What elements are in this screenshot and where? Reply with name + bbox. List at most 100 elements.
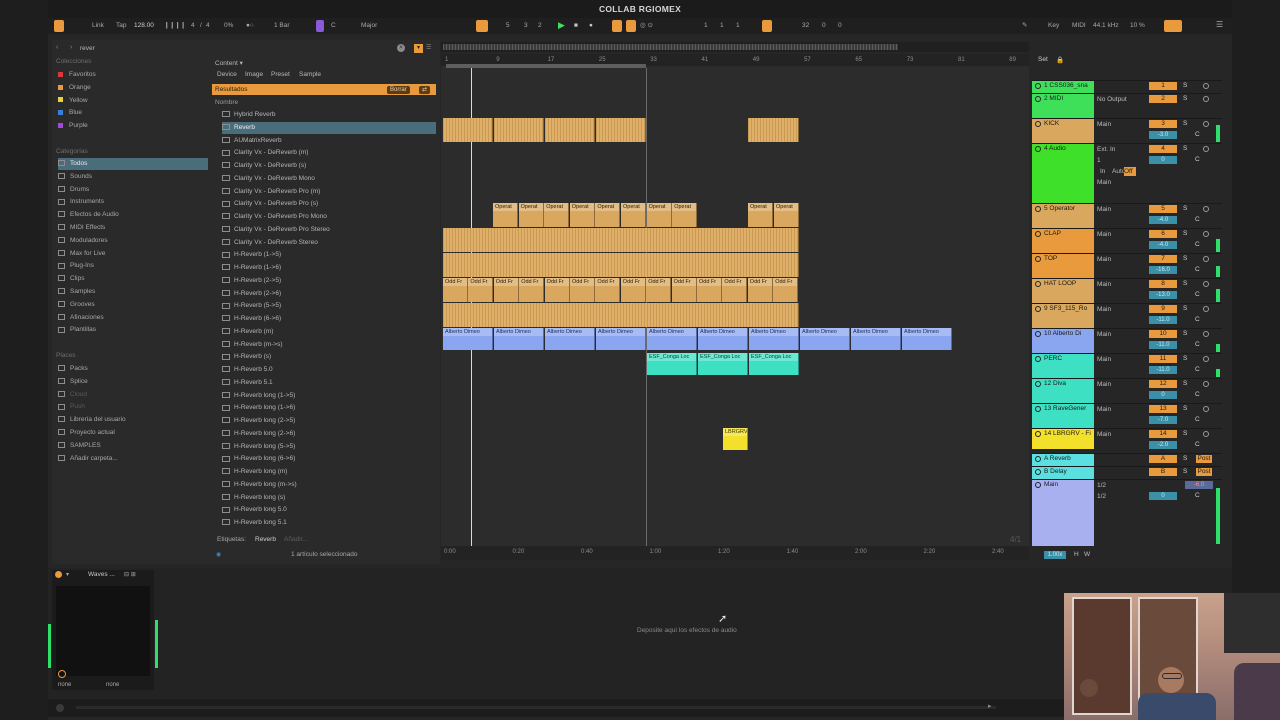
clip[interactable]: Odd Fr: [773, 278, 799, 302]
track-activator-icon[interactable]: [1035, 146, 1041, 152]
quantize-select[interactable]: 1 Bar: [274, 21, 290, 31]
track-activator-icon[interactable]: [1035, 231, 1041, 237]
solo-button[interactable]: S: [1183, 230, 1187, 237]
solo-button[interactable]: S: [1183, 330, 1187, 337]
track-volume-field[interactable]: 0: [1149, 391, 1177, 399]
result-item[interactable]: Clarity Vx - DeReverb (m): [222, 147, 436, 159]
track-header[interactable]: KICK: [1032, 119, 1094, 144]
arm-record-icon[interactable]: [1203, 306, 1209, 312]
clip[interactable]: [748, 118, 799, 142]
track-activator-icon[interactable]: [1035, 331, 1041, 337]
track-number-button[interactable]: 7: [1149, 255, 1177, 263]
clip[interactable]: Odd Fr: [544, 278, 570, 302]
monitor-auto-button[interactable]: Auto: [1112, 167, 1125, 176]
arm-record-icon[interactable]: [1203, 146, 1209, 152]
clip[interactable]: Operat: [748, 203, 773, 227]
arm-record-icon[interactable]: [1203, 406, 1209, 412]
track-number-button[interactable]: 13: [1149, 405, 1177, 413]
track-volume-field[interactable]: -11.0: [1149, 366, 1177, 374]
solo-button[interactable]: S: [1183, 430, 1187, 437]
result-item[interactable]: H-Reverb long (1->6): [222, 402, 436, 414]
clip[interactable]: LBRGRV: [723, 428, 748, 450]
clip[interactable]: Operat: [544, 203, 570, 227]
track-output-select[interactable]: Main: [1097, 430, 1145, 439]
track-volume-field[interactable]: -4.0: [1149, 216, 1177, 224]
track-activator-icon[interactable]: [1035, 356, 1041, 362]
clip[interactable]: Odd Fr: [519, 278, 545, 302]
result-item[interactable]: H-Reverb (6->6): [222, 313, 436, 325]
arm-record-icon[interactable]: [1203, 356, 1209, 362]
name-column-header[interactable]: Nombre: [215, 99, 238, 106]
track-number-button[interactable]: 2: [1149, 95, 1177, 103]
place-item[interactable]: Push: [58, 401, 208, 413]
solo-button[interactable]: S: [1183, 355, 1187, 362]
place-item[interactable]: Cloud: [58, 389, 208, 401]
monitor-in-button[interactable]: In: [1100, 167, 1112, 176]
place-item[interactable]: Packs: [58, 363, 208, 375]
overdub-icon[interactable]: [612, 20, 622, 32]
result-item[interactable]: H-Reverb (2->6): [222, 288, 436, 300]
clip[interactable]: Operat: [569, 203, 595, 227]
track-number-button[interactable]: 12: [1149, 380, 1177, 388]
solo-button[interactable]: S: [1183, 468, 1187, 475]
result-item[interactable]: H-Reverb (1->6): [222, 262, 436, 274]
key-select[interactable]: C: [331, 21, 336, 31]
clip[interactable]: Odd Fr: [468, 278, 494, 302]
clip[interactable]: Alberto Dimeo: [902, 328, 952, 350]
track-volume-field[interactable]: -4.0: [1149, 241, 1177, 249]
pos-sixteenth[interactable]: 2: [538, 21, 542, 31]
arm-record-icon[interactable]: [1203, 331, 1209, 337]
track-row[interactable]: 9 SF3_115_Ro Main 9 -11.0 S C: [1032, 303, 1222, 329]
track-row[interactable]: CLAP Main 6 -4.0 S C: [1032, 228, 1222, 254]
track-activator-icon[interactable]: [1035, 469, 1041, 475]
track-number-button[interactable]: 10: [1149, 330, 1177, 338]
solo-button[interactable]: S: [1183, 280, 1187, 287]
result-item[interactable]: H-Reverb (m): [222, 326, 436, 338]
track-volume-field[interactable]: -11.0: [1149, 341, 1177, 349]
result-item[interactable]: H-Reverb long (m): [222, 466, 436, 478]
clip[interactable]: ESF_Conga Loc: [749, 353, 799, 375]
category-item[interactable]: Moduladores: [58, 235, 208, 247]
result-item[interactable]: Clarity Vx - DeReverb Pro Mono: [222, 211, 436, 223]
track-number-button[interactable]: 3: [1149, 120, 1177, 128]
zoom-field[interactable]: 1.00x: [1044, 551, 1066, 559]
tap-toggle-icon[interactable]: [54, 20, 64, 32]
key-map-button[interactable]: Key: [1048, 21, 1059, 31]
track-number-button[interactable]: 6: [1149, 230, 1177, 238]
pan-knob-icon[interactable]: C: [1195, 291, 1200, 298]
clip[interactable]: Alberto Dimeo: [443, 328, 493, 350]
link-button[interactable]: Link: [92, 21, 104, 31]
clip[interactable]: Alberto Dimeo: [494, 328, 544, 350]
scale-select[interactable]: Major: [361, 21, 377, 31]
result-item[interactable]: H-Reverb long (2->6): [222, 428, 436, 440]
category-item[interactable]: Instruments: [58, 196, 208, 208]
track-row[interactable]: B Delay B Post S: [1032, 466, 1222, 480]
collection-item[interactable]: Yellow: [58, 95, 208, 107]
place-item[interactable]: SAMPLES: [58, 440, 208, 452]
track-row[interactable]: PERC Main 11 -11.0 S C: [1032, 353, 1222, 379]
tap-button[interactable]: Tap: [116, 21, 126, 31]
pan-knob-icon[interactable]: C: [1195, 416, 1200, 423]
track-output-select[interactable]: Main: [1097, 178, 1145, 187]
capture-icon[interactable]: ◎ ⊙: [640, 21, 653, 31]
track-header[interactable]: 14 LBRGRV - Fi: [1032, 429, 1094, 449]
result-item[interactable]: Clarity Vx - DeReverb Pro (m): [222, 186, 436, 198]
track-header[interactable]: HAT LOOP: [1032, 279, 1094, 304]
loop-start-sixteenth[interactable]: 1: [736, 21, 740, 31]
filter-tab[interactable]: Image: [245, 71, 263, 78]
track-activator-icon[interactable]: [1035, 482, 1041, 488]
clip[interactable]: [494, 118, 544, 142]
category-item[interactable]: Samples: [58, 286, 208, 298]
clip[interactable]: Operat: [672, 203, 698, 227]
track-output-select[interactable]: Main: [1097, 280, 1145, 289]
loop-start-bar[interactable]: 1: [704, 21, 708, 31]
result-item[interactable]: H-Reverb 5.0: [222, 364, 436, 376]
result-item[interactable]: H-Reverb long (m->s): [222, 479, 436, 491]
track-row[interactable]: A Reverb A Post S: [1032, 453, 1222, 467]
clip[interactable]: Odd Fr: [570, 278, 595, 302]
pan-knob-icon[interactable]: C: [1195, 266, 1200, 273]
track-output-select[interactable]: Main: [1097, 305, 1145, 314]
result-item[interactable]: Clarity Vx - DeReverb Pro Stereo: [222, 224, 436, 236]
loop-start-beat[interactable]: 1: [720, 21, 724, 31]
track-output-select[interactable]: Main: [1097, 405, 1145, 414]
